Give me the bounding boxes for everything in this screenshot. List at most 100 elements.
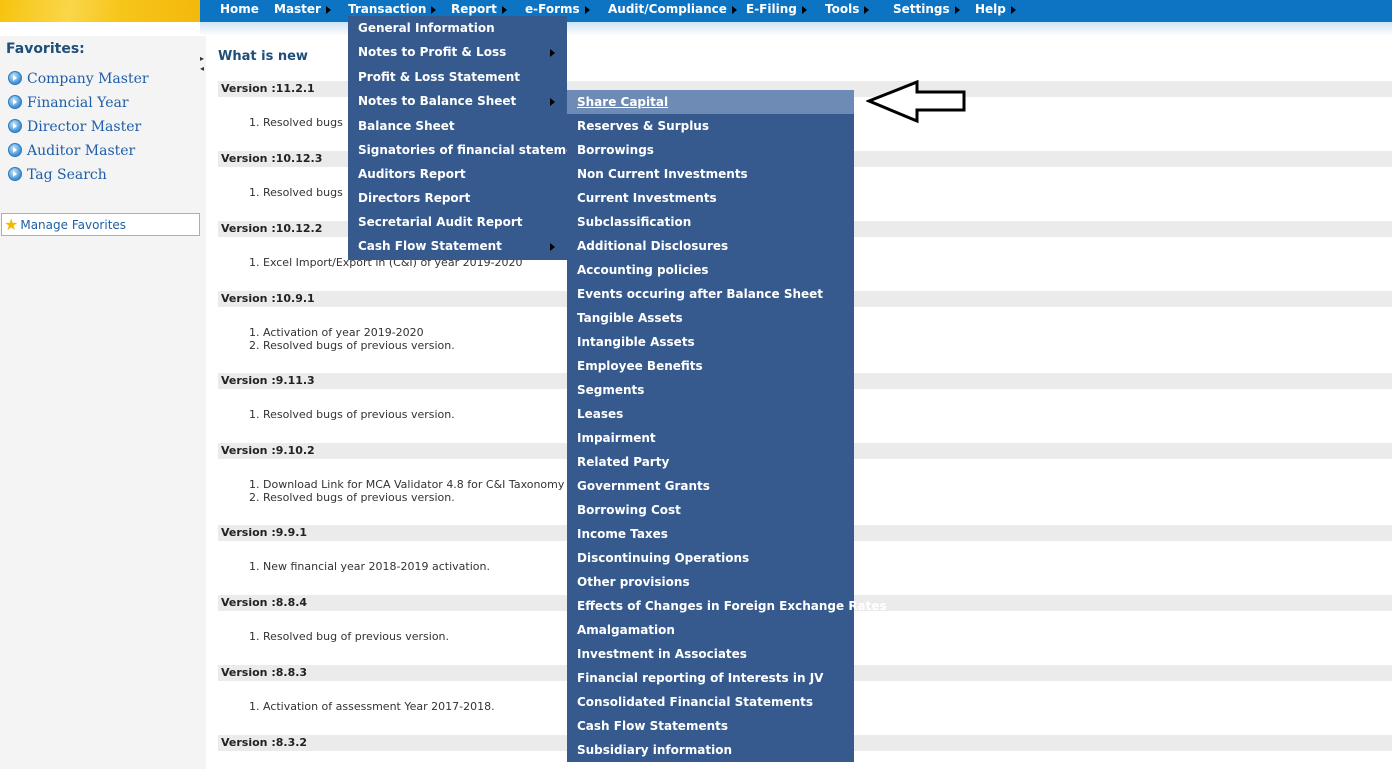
version-note: 1. Resolved bug of previous version. [249, 630, 450, 643]
menu-option-notes-profit-loss[interactable]: Notes to Profit & Loss [358, 43, 506, 61]
submenu-option[interactable]: Borrowing Cost [577, 501, 681, 519]
submenu-option[interactable]: Reserves & Surplus [577, 117, 709, 135]
submenu-option[interactable]: Leases [577, 405, 623, 423]
submenu-option[interactable]: Subsidiary information [577, 741, 732, 759]
version-note: 1. Resolved bugs [249, 186, 343, 199]
star-icon: ★ [4, 215, 19, 234]
submenu-option[interactable]: Intangible Assets [577, 333, 695, 351]
submenu-option[interactable]: Discontinuing Operations [577, 549, 749, 567]
menu-label: Tools [825, 2, 860, 16]
menu-label: Report [451, 2, 497, 16]
submenu-option[interactable]: Investment in Associates [577, 645, 747, 663]
logo-banner [0, 0, 200, 22]
menu-tools[interactable]: Tools [825, 0, 870, 20]
triangle-right-icon [325, 6, 331, 14]
page-title: What is new [218, 49, 308, 64]
menu-efiling[interactable]: E-Filing [746, 0, 807, 20]
menu-audit-compliance[interactable]: Audit/Compliance [608, 0, 737, 20]
transaction-dropdown: General Information Notes to Profit & Lo… [348, 16, 596, 260]
submenu-option[interactable]: Borrowings [577, 141, 654, 159]
triangle-right-icon [731, 6, 737, 14]
menu-option-signatories[interactable]: Signatories of financial statements [358, 141, 596, 159]
outline-left-arrow-icon [866, 80, 966, 124]
circle-arrow-icon [8, 71, 22, 85]
manage-favorites-label: Manage Favorites [20, 218, 127, 232]
menu-label: e-Forms [525, 2, 580, 16]
favorite-auditor-master[interactable]: Auditor Master [8, 143, 135, 161]
menu-option-secretarial-audit[interactable]: Secretarial Audit Report [358, 213, 523, 231]
submenu-option[interactable]: Government Grants [577, 477, 710, 495]
favorite-label: Director Master [27, 119, 142, 135]
menu-label: Home [220, 2, 259, 16]
circle-arrow-icon [8, 119, 22, 133]
favorite-company-master[interactable]: Company Master [8, 71, 149, 89]
menu-label: Settings [893, 2, 950, 16]
version-note: 1. Activation of assessment Year 2017-20… [249, 700, 495, 713]
submenu-option[interactable]: Additional Disclosures [577, 237, 728, 255]
menu-option-general-information[interactable]: General Information [358, 19, 495, 37]
triangle-right-icon [864, 6, 870, 14]
submenu-option[interactable]: Accounting policies [577, 261, 709, 279]
version-note: 1. Download Link for MCA Validator 4.8 f… [249, 478, 565, 491]
triangle-right-icon [801, 6, 807, 14]
circle-arrow-icon [8, 143, 22, 157]
menu-option-auditors-report[interactable]: Auditors Report [358, 165, 466, 183]
submenu-option[interactable]: Effects of Changes in Foreign Exchange R… [577, 597, 887, 615]
version-note: 2. Resolved bugs of previous version. [249, 491, 455, 504]
menu-label: Master [274, 2, 321, 16]
menu-home[interactable]: Home [220, 0, 259, 20]
submenu-option[interactable]: Tangible Assets [577, 309, 683, 327]
menu-option-cash-flow-statement[interactable]: Cash Flow Statement [358, 237, 502, 255]
top-menubar: Home Master Transaction Report e-Forms A… [0, 0, 1392, 22]
favorites-title: Favorites: [6, 41, 85, 57]
favorite-label: Financial Year [27, 95, 129, 111]
menu-option-balance-sheet[interactable]: Balance Sheet [358, 117, 455, 135]
triangle-right-icon [501, 6, 507, 14]
menu-label: Help [975, 2, 1006, 16]
submenu-option[interactable]: Income Taxes [577, 525, 668, 543]
submenu-option[interactable]: Segments [577, 381, 644, 399]
menu-label: E-Filing [746, 2, 797, 16]
menu-settings[interactable]: Settings [893, 0, 960, 20]
menu-option-profit-loss-statement[interactable]: Profit & Loss Statement [358, 68, 520, 86]
triangle-right-icon [1010, 6, 1016, 14]
submenu-option[interactable]: Impairment [577, 429, 656, 447]
menu-master[interactable]: Master [274, 0, 331, 20]
submenu-option[interactable]: Cash Flow Statements [577, 717, 728, 735]
version-note: 1. New financial year 2018-2019 activati… [249, 560, 490, 573]
submenu-option[interactable]: Non Current Investments [577, 165, 748, 183]
submenu-option[interactable]: Events occuring after Balance Sheet [577, 285, 823, 303]
menu-option-directors-report[interactable]: Directors Report [358, 189, 470, 207]
favorite-financial-year[interactable]: Financial Year [8, 95, 129, 113]
triangle-right-icon [954, 6, 960, 14]
version-note: 1. Resolved bugs [249, 116, 343, 129]
menu-option-notes-balance-sheet[interactable]: Notes to Balance Sheet [358, 92, 516, 110]
favorites-sidebar: Favorites: Company Master Financial Year… [0, 36, 206, 769]
submenu-option[interactable]: Subclassification [577, 213, 691, 231]
manage-favorites-button[interactable]: ★ Manage Favorites [1, 213, 200, 236]
sidebar-collapse-handle[interactable]: ▸ ◂ [200, 54, 204, 74]
submenu-option[interactable]: Amalgamation [577, 621, 675, 639]
favorite-director-master[interactable]: Director Master [8, 119, 141, 137]
favorite-tag-search[interactable]: Tag Search [8, 167, 107, 185]
triangle-right-icon [584, 6, 590, 14]
submenu-option[interactable]: Financial reporting of Interests in JV [577, 669, 823, 687]
submenu-option-share-capital[interactable]: Share Capital [577, 93, 668, 111]
version-note: 1. Resolved bugs of previous version. [249, 408, 455, 421]
submenu-option[interactable]: Consolidated Financial Statements [577, 693, 813, 711]
favorite-label: Company Master [27, 71, 149, 87]
circle-arrow-icon [8, 95, 22, 109]
submenu-arrow-icon [550, 243, 555, 251]
triangle-right-icon [431, 6, 437, 14]
submenu-option[interactable]: Other provisions [577, 573, 690, 591]
menu-help[interactable]: Help [975, 0, 1016, 20]
menu-label: Transaction [348, 2, 427, 16]
circle-arrow-icon [8, 167, 22, 181]
submenu-arrow-icon [550, 98, 555, 106]
submenu-option[interactable]: Related Party [577, 453, 669, 471]
version-note: 2. Resolved bugs of previous version. [249, 339, 455, 352]
version-note: 1. Activation of year 2019-2020 [249, 326, 424, 339]
submenu-arrow-icon [550, 49, 555, 57]
submenu-option[interactable]: Current Investments [577, 189, 717, 207]
submenu-option[interactable]: Employee Benefits [577, 357, 703, 375]
